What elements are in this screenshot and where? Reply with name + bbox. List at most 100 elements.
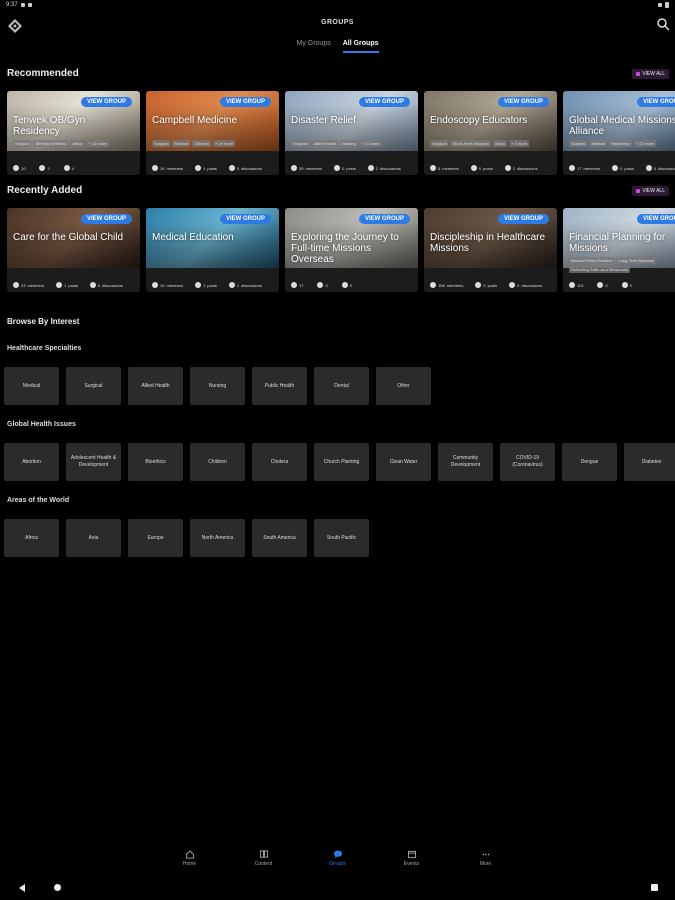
tab-my-groups[interactable]: My Groups bbox=[296, 40, 330, 53]
battery-icon bbox=[665, 2, 669, 8]
nav-content[interactable]: Content bbox=[246, 850, 282, 880]
stat-posts-count: 1 bbox=[203, 165, 206, 171]
interest-tile[interactable]: Dengue bbox=[562, 443, 617, 481]
interest-tile[interactable]: Community Development bbox=[438, 443, 493, 481]
stat-discussions: 0 bbox=[621, 282, 634, 288]
interest-tile[interactable]: Dental bbox=[314, 367, 369, 405]
nav-events[interactable]: Events bbox=[394, 850, 430, 880]
view-group-button[interactable]: VIEW GROUP bbox=[219, 214, 271, 224]
stat-members: 17 members bbox=[569, 165, 600, 171]
interest-tile[interactable]: Other bbox=[376, 367, 431, 405]
discussions-icon bbox=[509, 282, 516, 288]
recently-added-view-all-button[interactable]: VIEW ALL bbox=[632, 186, 669, 196]
view-group-button[interactable]: VIEW GROUP bbox=[358, 214, 410, 224]
interest-tile[interactable]: South America bbox=[252, 519, 307, 557]
recent-apps-icon[interactable] bbox=[651, 884, 658, 891]
stat-members: 17 bbox=[291, 282, 305, 288]
tag-chip: Surgical bbox=[569, 140, 588, 147]
view-group-button[interactable]: VIEW GROUP bbox=[636, 97, 675, 107]
group-card[interactable]: VIEW GROUP Exploring the Journey to Full-… bbox=[285, 208, 418, 292]
view-all-icon bbox=[636, 72, 641, 76]
stat-posts-label: posts bbox=[483, 165, 493, 171]
stat-discussions: 2 discussions bbox=[367, 165, 401, 171]
group-tags: Surgical Allied Health Nursing + 22 more bbox=[291, 140, 415, 147]
global-health-issues-title: Global Health Issues bbox=[7, 421, 76, 428]
stat-members-label: members bbox=[27, 282, 45, 288]
interest-tile[interactable]: Clean Water bbox=[376, 443, 431, 481]
view-group-button[interactable]: VIEW GROUP bbox=[80, 97, 132, 107]
group-card[interactable]: VIEW GROUP Financial Planning for Mission… bbox=[563, 208, 675, 292]
members-icon bbox=[152, 282, 158, 288]
tag-chip: Children bbox=[192, 140, 212, 147]
interest-tile[interactable]: Africa bbox=[4, 519, 59, 557]
groups-icon bbox=[333, 850, 342, 859]
stat-posts-count: 1 bbox=[64, 282, 67, 288]
group-name: Tenwek OB/Gyn Residency bbox=[13, 115, 86, 137]
interest-tile[interactable]: Public Health bbox=[252, 367, 307, 405]
stat-discussions: 0discussions bbox=[89, 282, 123, 288]
discussions-icon bbox=[621, 282, 628, 288]
interest-tile[interactable]: Children bbox=[190, 443, 245, 481]
posts-icon bbox=[195, 282, 202, 288]
members-icon bbox=[13, 282, 19, 288]
tab-all-groups[interactable]: All Groups bbox=[342, 40, 379, 53]
interest-tile[interactable]: Adolescent Health & Development bbox=[66, 443, 121, 481]
stat-discussions-label: discussions bbox=[241, 282, 262, 288]
interest-tile[interactable]: Nursing bbox=[190, 367, 245, 405]
interest-tile[interactable]: COVID-19 (Coronavirus) bbox=[500, 443, 555, 481]
stat-posts: 0 posts bbox=[470, 165, 493, 171]
interest-tile[interactable]: Medical bbox=[4, 367, 59, 405]
group-card[interactable]: VIEW GROUP Care for the Global Child 23 mem… bbox=[7, 208, 140, 292]
interest-tile[interactable]: Allied Health bbox=[128, 367, 183, 405]
tag-chip: Nursing bbox=[339, 140, 358, 147]
interest-tile[interactable]: Cholera bbox=[252, 443, 307, 481]
discussions-icon bbox=[645, 165, 652, 171]
nav-more[interactable]: More bbox=[468, 850, 504, 880]
home-circle-icon[interactable] bbox=[54, 884, 61, 891]
search-icon[interactable] bbox=[656, 17, 670, 31]
group-card[interactable]: VIEW GROUP Global Medical Missions Allian… bbox=[563, 91, 675, 175]
interest-tile[interactable]: Surgical bbox=[66, 367, 121, 405]
members-icon bbox=[569, 282, 575, 288]
interest-tile[interactable]: Europe bbox=[128, 519, 183, 557]
interest-tile[interactable]: Bioethics bbox=[128, 443, 183, 481]
group-card[interactable]: VIEW GROUP Campbell Medicine Surgical Medic… bbox=[146, 91, 279, 175]
group-card[interactable]: VIEW GROUP Tenwek OB/Gyn Residency Surgica… bbox=[7, 91, 140, 175]
browse-title: Browse By Interest bbox=[7, 317, 80, 326]
interest-tile[interactable]: Abortion bbox=[4, 443, 59, 481]
stat-members-count: 10 bbox=[21, 165, 26, 171]
nav-home[interactable]: Home bbox=[172, 850, 208, 880]
group-stats: 113 0 0 bbox=[569, 282, 634, 288]
interest-tile[interactable]: North America bbox=[190, 519, 245, 557]
view-group-button[interactable]: VIEW GROUP bbox=[497, 97, 549, 107]
nav-label: Events bbox=[403, 861, 420, 867]
nav-groups[interactable]: Groups bbox=[320, 850, 356, 880]
group-tags: Medical Press Readers Long-Term Missions R… bbox=[569, 257, 675, 273]
recently-added-carousel[interactable]: VIEW GROUP Care for the Global Child 23 mem… bbox=[7, 208, 675, 292]
group-card[interactable]: VIEW GROUP Endoscopy Educators Surgical Sho… bbox=[424, 91, 557, 175]
back-icon[interactable] bbox=[19, 884, 25, 892]
view-group-button[interactable]: VIEW GROUP bbox=[358, 97, 410, 107]
stat-posts-count: 0 bbox=[342, 165, 345, 171]
group-card[interactable]: VIEW GROUP Discipleship in Healthcare Mis… bbox=[424, 208, 557, 292]
recommended-carousel[interactable]: VIEW GROUP Tenwek OB/Gyn Residency Surgica… bbox=[7, 91, 675, 175]
interest-tile[interactable]: Diabetes bbox=[624, 443, 675, 481]
stat-posts: 0 bbox=[597, 282, 609, 288]
group-name: Discipleship in Healthcare Missions bbox=[430, 232, 546, 254]
group-stats: 10 3 4 bbox=[13, 165, 76, 171]
recommended-view-all-button[interactable]: VIEW ALL bbox=[632, 69, 669, 79]
group-card[interactable]: VIEW GROUP Medical Education 10 members 1 pos… bbox=[146, 208, 279, 292]
view-group-button[interactable]: VIEW GROUP bbox=[636, 214, 675, 224]
interest-tile[interactable]: Asia bbox=[66, 519, 121, 557]
group-card[interactable]: VIEW GROUP Disaster Relief Surgical Allied … bbox=[285, 91, 418, 175]
group-tabs: My Groups All Groups bbox=[0, 40, 675, 53]
view-group-button[interactable]: VIEW GROUP bbox=[497, 214, 549, 224]
stat-members: 16 members bbox=[152, 165, 183, 171]
view-group-button[interactable]: VIEW GROUP bbox=[80, 214, 132, 224]
group-stats: 17members0posts0discussions bbox=[569, 165, 675, 171]
nav-label: Content bbox=[254, 861, 273, 867]
view-group-button[interactable]: VIEW GROUP bbox=[219, 97, 271, 107]
interest-tile[interactable]: South Pacific bbox=[314, 519, 369, 557]
stat-posts-count: 0 bbox=[483, 282, 486, 288]
interest-tile[interactable]: Church Planting bbox=[314, 443, 369, 481]
